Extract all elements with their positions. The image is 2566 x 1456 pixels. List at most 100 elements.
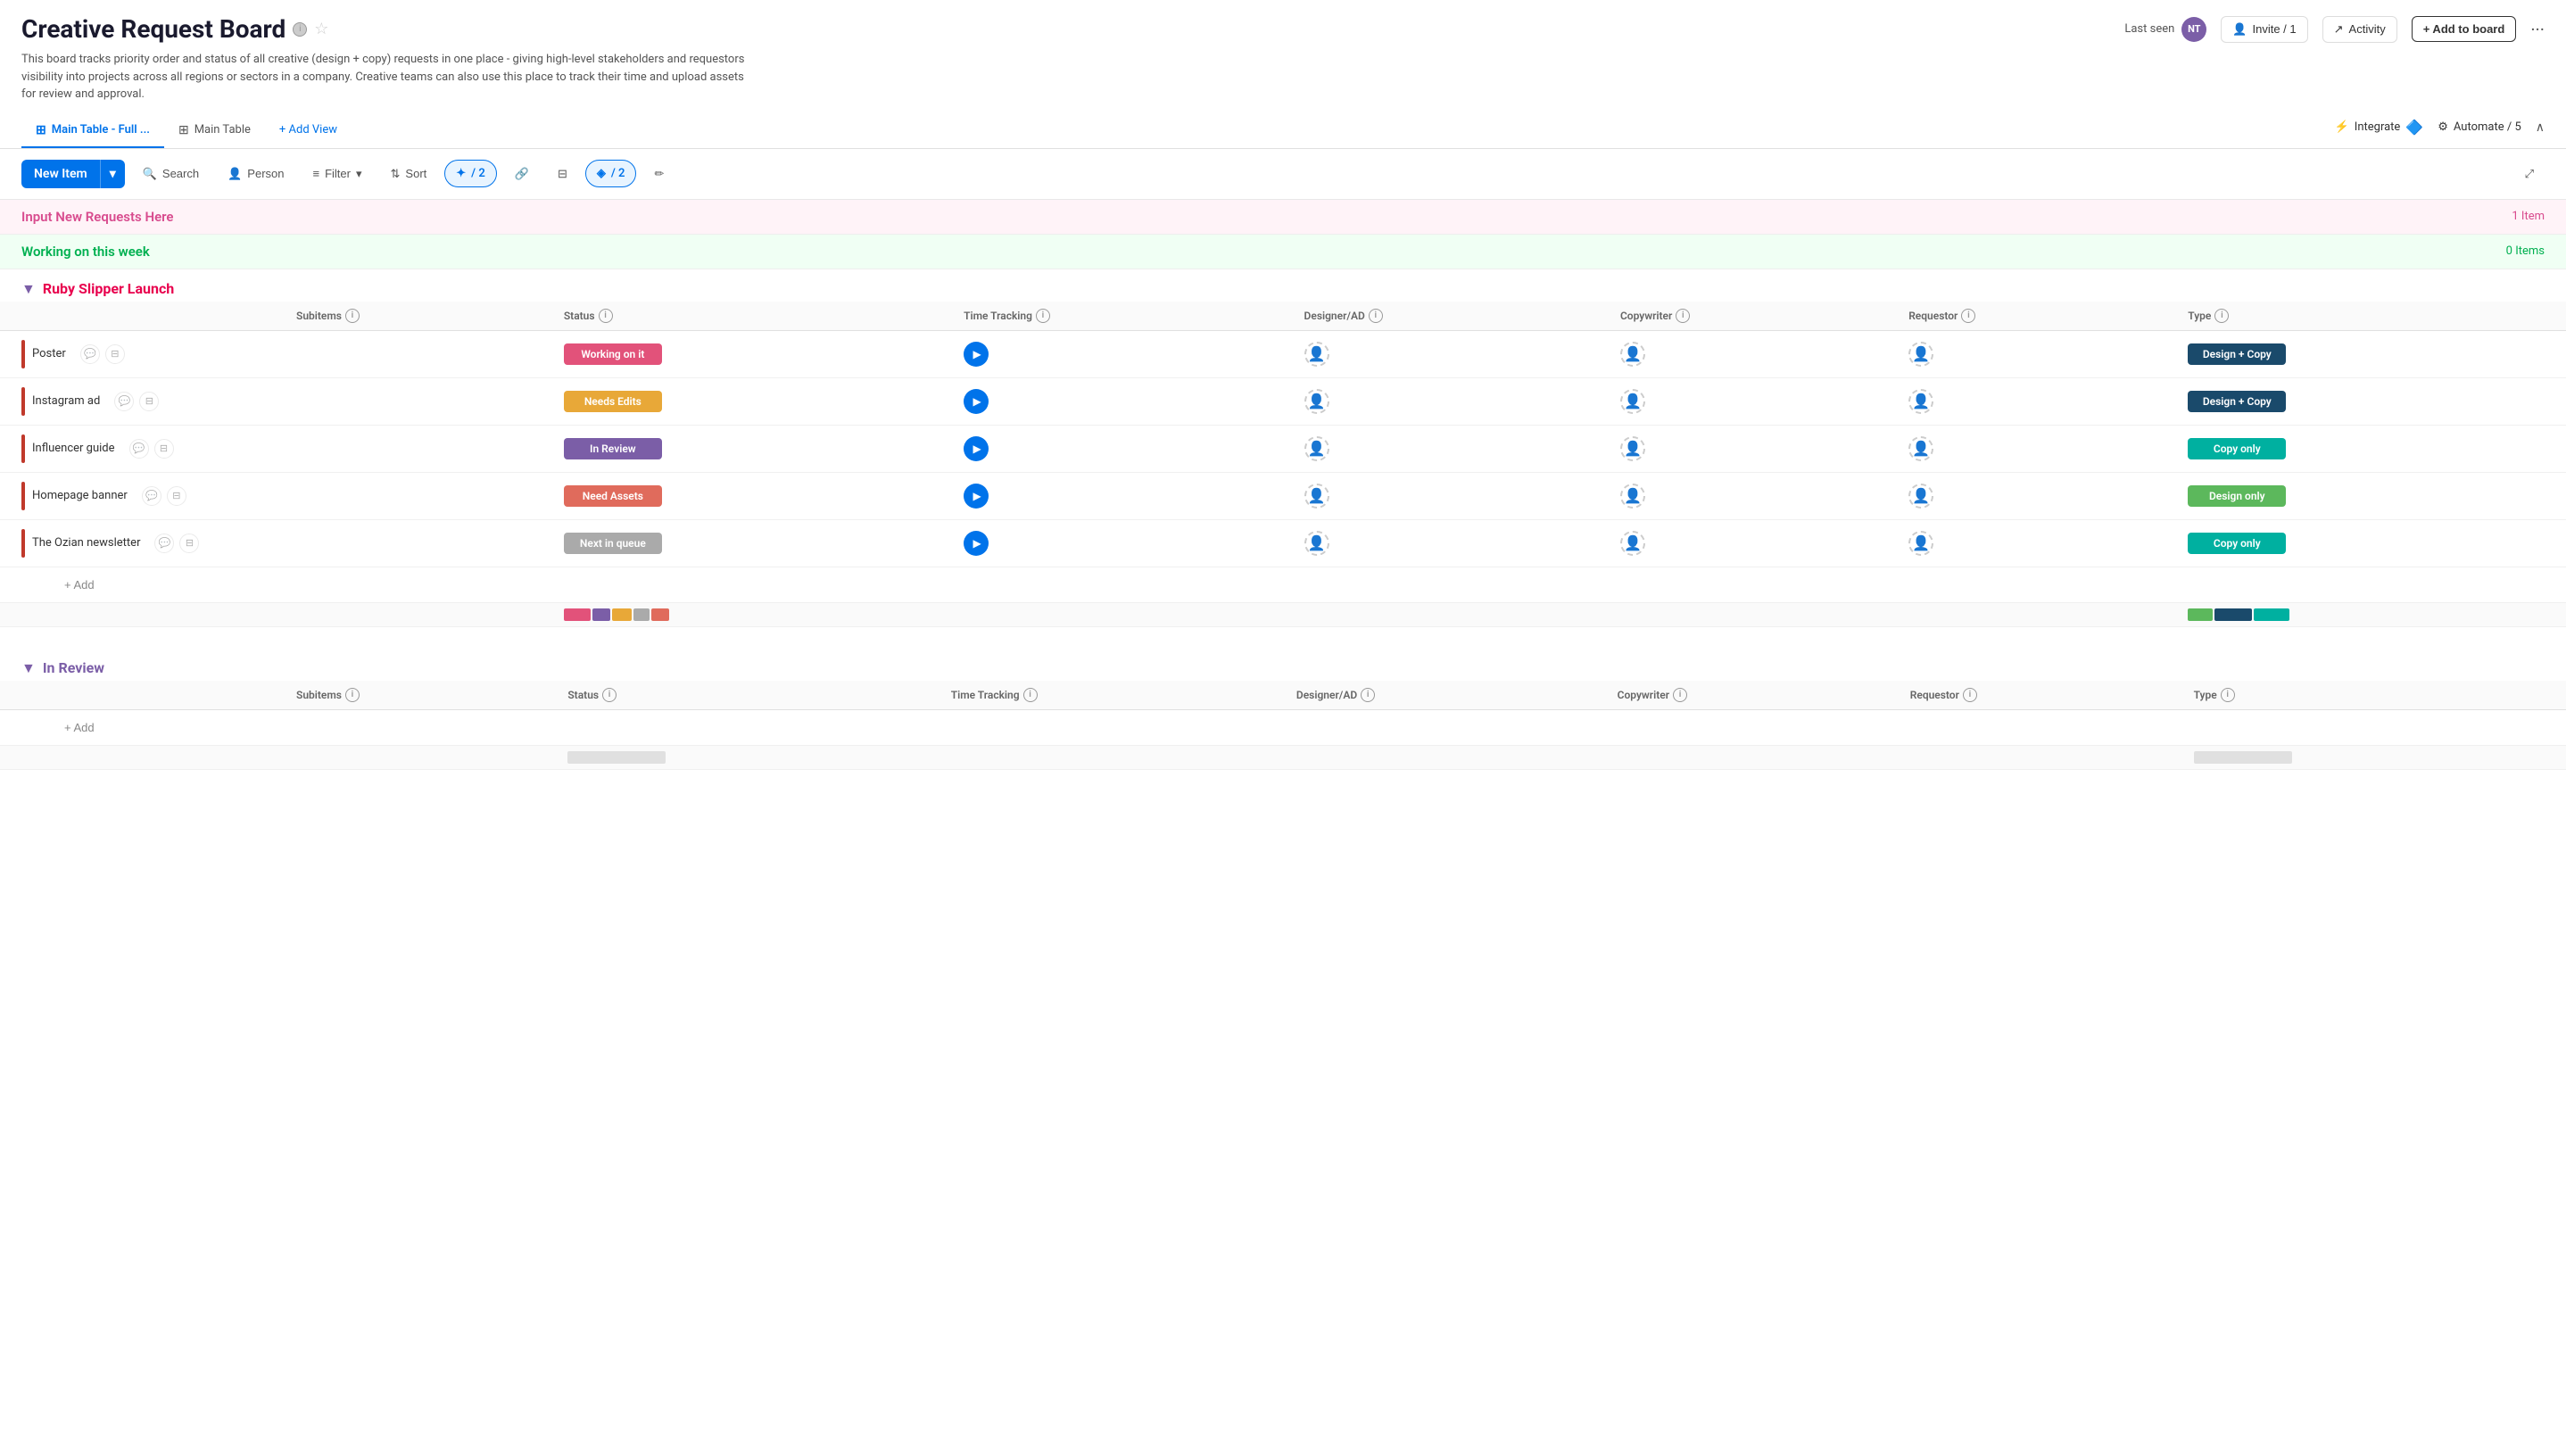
in-review-add-item-button[interactable]: + Add xyxy=(57,717,102,738)
type-cell-ozian[interactable]: Copy only xyxy=(2177,519,2566,567)
in-review-group-name[interactable]: In Review xyxy=(43,659,104,676)
designer-avatar-homepage[interactable]: 👤 xyxy=(1304,484,1329,509)
item-name-homepage[interactable]: Homepage banner xyxy=(32,489,128,502)
tab-main-table[interactable]: ⊞ Main Table xyxy=(164,114,265,148)
status-info-icon[interactable]: i xyxy=(599,309,613,323)
status-badge-ozian[interactable]: Next in queue xyxy=(564,533,662,554)
designer-avatar-poster[interactable]: 👤 xyxy=(1304,342,1329,367)
copywriter-info-icon[interactable]: i xyxy=(1676,309,1690,323)
time-info-icon-ir[interactable]: i xyxy=(1023,688,1038,702)
status-cell-influencer[interactable]: In Review xyxy=(553,425,953,472)
subitems-icon[interactable]: ⊟ xyxy=(179,534,199,553)
designer-avatar-ozian[interactable]: 👤 xyxy=(1304,531,1329,556)
new-item-button[interactable]: New Item ▾ xyxy=(21,160,125,188)
status-cell-ozian[interactable]: Next in queue xyxy=(553,519,953,567)
link-button[interactable]: 🔗 xyxy=(504,161,540,187)
status-info-icon-ir[interactable]: i xyxy=(602,688,617,702)
activity-button[interactable]: ↗ Activity xyxy=(2322,16,2397,43)
type-cell-influencer[interactable]: Copy only xyxy=(2177,425,2566,472)
integrate-button[interactable]: ⚡ Integrate 🔷 xyxy=(2335,119,2424,136)
subitems-icon[interactable]: ⊟ xyxy=(167,486,186,506)
paint-button[interactable]: ✏ xyxy=(643,161,675,187)
type-info-icon-ir[interactable]: i xyxy=(2221,688,2235,702)
time-info-icon[interactable]: i xyxy=(1036,309,1050,323)
info-icon[interactable]: i xyxy=(293,22,307,37)
in-review-collapse-chevron[interactable]: ▼ xyxy=(21,659,36,677)
person-button[interactable]: 👤 Person xyxy=(217,161,294,187)
item-name-ozian[interactable]: The Ozian newsletter xyxy=(32,536,140,550)
status-badge-poster[interactable]: Working on it xyxy=(564,343,662,365)
requestor-avatar-homepage[interactable]: 👤 xyxy=(1908,484,1933,509)
designer-info-icon-ir[interactable]: i xyxy=(1361,688,1375,702)
collapse-button[interactable]: ∧ xyxy=(2536,120,2545,135)
status-badge-instagram[interactable]: Needs Edits xyxy=(564,391,662,412)
status-cell-poster[interactable]: Working on it xyxy=(553,330,953,377)
add-item-button[interactable]: + Add xyxy=(57,575,102,595)
sort-button[interactable]: ⇅ Sort xyxy=(380,161,438,187)
subitems-info-icon[interactable]: i xyxy=(345,309,360,323)
type-badge-ozian[interactable]: Copy only xyxy=(2188,533,2286,554)
play-button-ozian[interactable]: ▶ xyxy=(964,531,989,556)
comment-icon[interactable]: 💬 xyxy=(142,486,161,506)
copywriter-avatar-homepage[interactable]: 👤 xyxy=(1620,484,1645,509)
subitems-info-icon-ir[interactable]: i xyxy=(345,688,360,702)
status-badge-influencer[interactable]: In Review xyxy=(564,438,662,459)
type-cell-poster[interactable]: Design + Copy xyxy=(2177,330,2566,377)
play-button-instagram[interactable]: ▶ xyxy=(964,389,989,414)
copywriter-avatar-poster[interactable]: 👤 xyxy=(1620,342,1645,367)
status-badge-homepage[interactable]: Need Assets xyxy=(564,485,662,507)
requestor-avatar-influencer[interactable]: 👤 xyxy=(1908,436,1933,461)
expand-button[interactable]: ⤢ xyxy=(2514,161,2545,187)
invite-button[interactable]: 👤 Invite / 1 xyxy=(2221,16,2307,43)
filter-button[interactable]: ≡ Filter ▾ xyxy=(302,161,373,187)
section-input-label[interactable]: Input New Requests Here xyxy=(21,209,2512,225)
item-name-influencer[interactable]: Influencer guide xyxy=(32,442,115,455)
status-cell-instagram[interactable]: Needs Edits xyxy=(553,377,953,425)
requestor-info-icon-ir[interactable]: i xyxy=(1963,688,1977,702)
play-button-influencer[interactable]: ▶ xyxy=(964,436,989,461)
item-name-poster[interactable]: Poster xyxy=(32,347,66,360)
subitems-icon[interactable]: ⊟ xyxy=(154,439,174,459)
comment-icon[interactable]: 💬 xyxy=(114,392,134,411)
type-cell-instagram[interactable]: Design + Copy xyxy=(2177,377,2566,425)
subitems-icon[interactable]: ⊟ xyxy=(139,392,159,411)
designer-info-icon[interactable]: i xyxy=(1369,309,1383,323)
star-icon[interactable]: ☆ xyxy=(314,20,328,38)
search-button[interactable]: 🔍 Search xyxy=(132,161,210,187)
copywriter-info-icon-ir[interactable]: i xyxy=(1673,688,1687,702)
add-view-tab[interactable]: + Add View xyxy=(265,114,352,147)
comment-icon[interactable]: 💬 xyxy=(80,344,100,364)
comment-icon[interactable]: 💬 xyxy=(129,439,149,459)
play-button-homepage[interactable]: ▶ xyxy=(964,484,989,509)
type-badge-poster[interactable]: Design + Copy xyxy=(2188,343,2286,365)
requestor-avatar-poster[interactable]: 👤 xyxy=(1908,342,1933,367)
type-cell-homepage[interactable]: Design only xyxy=(2177,472,2566,519)
add-to-board-button[interactable]: + Add to board xyxy=(2412,16,2517,42)
type-info-icon[interactable]: i xyxy=(2214,309,2229,323)
subitems-icon[interactable]: ⊟ xyxy=(105,344,125,364)
requestor-avatar-instagram[interactable]: 👤 xyxy=(1908,389,1933,414)
group-name[interactable]: Ruby Slipper Launch xyxy=(43,280,174,297)
item-name-instagram[interactable]: Instagram ad xyxy=(32,394,100,408)
status-cell-homepage[interactable]: Need Assets xyxy=(553,472,953,519)
copywriter-avatar-ozian[interactable]: 👤 xyxy=(1620,531,1645,556)
automate-button[interactable]: ⚙ Automate / 5 xyxy=(2438,120,2521,134)
requestor-info-icon[interactable]: i xyxy=(1961,309,1975,323)
designer-avatar-influencer[interactable]: 👤 xyxy=(1304,436,1329,461)
more-options-button[interactable]: ··· xyxy=(2530,19,2545,40)
columns-badge[interactable]: ◈ / 2 xyxy=(585,160,637,187)
columns-settings-button[interactable]: ⊟ xyxy=(547,161,578,187)
section-working-label[interactable]: Working on this week xyxy=(21,244,2506,260)
type-badge-influencer[interactable]: Copy only xyxy=(2188,438,2286,459)
type-badge-instagram[interactable]: Design + Copy xyxy=(2188,391,2286,412)
comment-icon[interactable]: 💬 xyxy=(154,534,174,553)
tab-main-table-full[interactable]: ⊞ Main Table - Full ... xyxy=(21,114,164,148)
designer-avatar-instagram[interactable]: 👤 xyxy=(1304,389,1329,414)
type-badge-homepage[interactable]: Design only xyxy=(2188,485,2286,507)
group-collapse-chevron[interactable]: ▼ xyxy=(21,280,36,298)
copywriter-avatar-influencer[interactable]: 👤 xyxy=(1620,436,1645,461)
play-button-poster[interactable]: ▶ xyxy=(964,342,989,367)
requestor-avatar-ozian[interactable]: 👤 xyxy=(1908,531,1933,556)
copywriter-avatar-instagram[interactable]: 👤 xyxy=(1620,389,1645,414)
group-by-badge[interactable]: ✦ / 2 xyxy=(444,160,497,187)
